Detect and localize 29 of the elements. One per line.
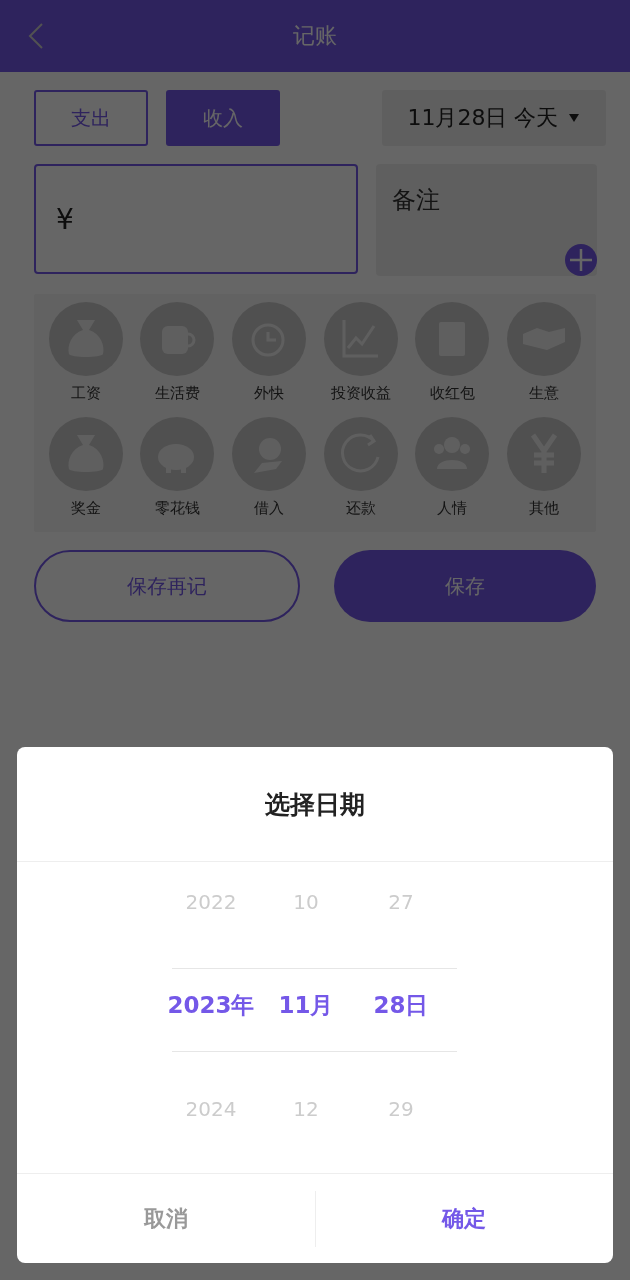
cancel-button[interactable]: 取消: [17, 1190, 316, 1247]
category-label: 生活费: [155, 384, 200, 403]
picker-option[interactable]: 2023年: [167, 990, 255, 1021]
picker-option[interactable]: 11月: [278, 990, 334, 1021]
picker-option[interactable]: 28日: [373, 990, 429, 1021]
date-dropdown[interactable]: 11月28日 今天: [382, 90, 606, 146]
category-label: 生意: [529, 384, 560, 403]
page-title: 记账: [293, 22, 337, 50]
type-tab[interactable]: 支出: [34, 90, 148, 146]
category-label: 投资收益: [330, 384, 391, 403]
category-label: 零花钱: [155, 499, 200, 518]
category-label: 收红包: [430, 384, 475, 403]
dialog-title: 选择日期: [17, 747, 613, 862]
confirm-button[interactable]: 确定: [315, 1190, 613, 1247]
back-icon[interactable]: [28, 22, 44, 50]
type-tab[interactable]: 收入: [166, 90, 280, 146]
save-again-button[interactable]: 保存再记: [34, 550, 300, 622]
category-label: 工资: [70, 384, 101, 403]
category-label: 借入: [254, 499, 285, 518]
save-button[interactable]: 保存: [334, 550, 596, 622]
category-label: 还款: [345, 499, 376, 518]
category-label: 人情: [437, 499, 468, 518]
category-label: 其他: [529, 499, 560, 518]
caret-icon: [568, 113, 581, 123]
category-label: 奖金: [70, 499, 101, 518]
add-icon[interactable]: [565, 244, 597, 276]
note-field[interactable]: 备注: [376, 164, 597, 276]
category-label: 外快: [254, 384, 285, 403]
amount-field[interactable]: ¥: [34, 164, 358, 274]
